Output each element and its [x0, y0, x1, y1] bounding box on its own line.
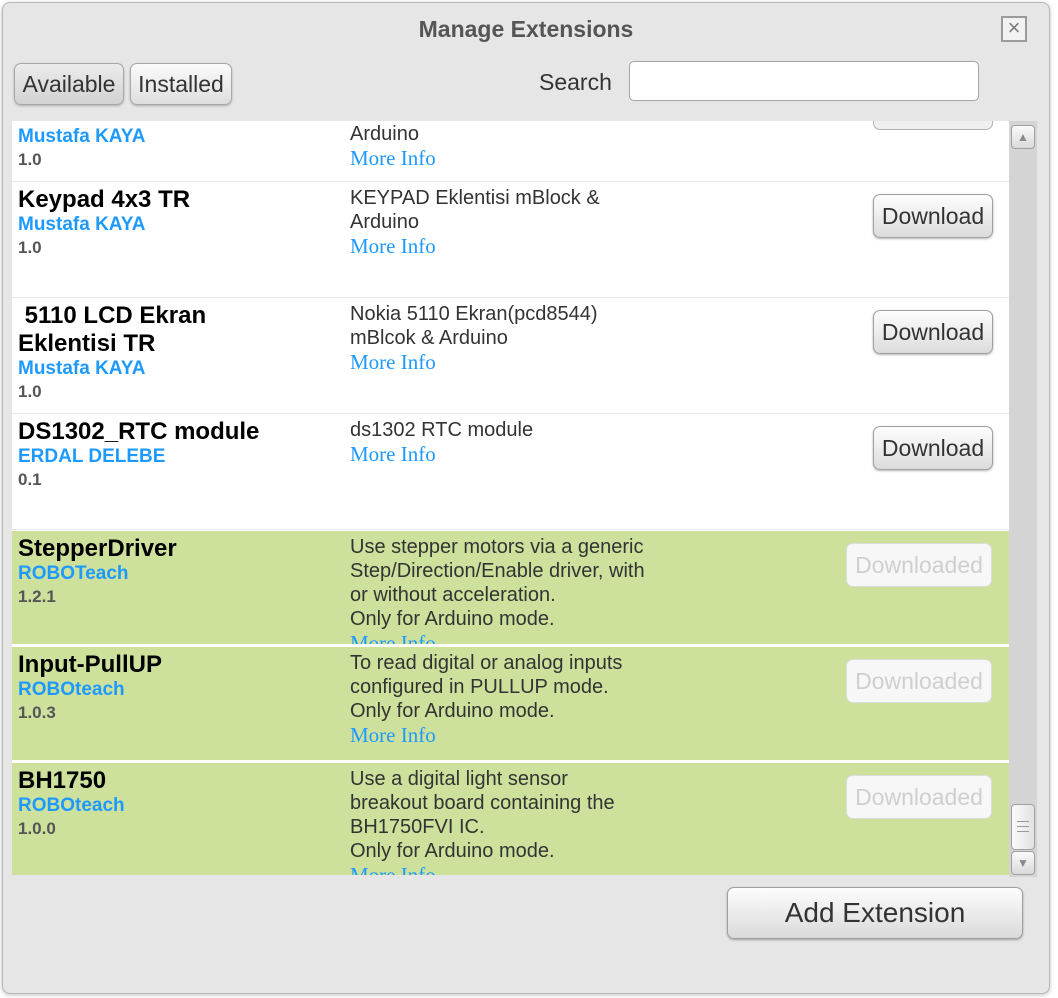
- download-button[interactable]: [873, 121, 993, 130]
- manage-extensions-dialog: Manage Extensions × Available Installed …: [2, 2, 1050, 994]
- scroll-down-icon[interactable]: ▼: [1011, 851, 1035, 875]
- extension-name: Keypad 4x3 TR: [18, 186, 191, 213]
- description-text: KEYPAD Eklentisi mBlock & Arduino: [350, 187, 600, 233]
- extension-version: 1.0.0: [18, 819, 56, 838]
- extension-description: Use a digital light sensor breakout boar…: [350, 767, 650, 875]
- more-info-link[interactable]: More Info: [350, 234, 650, 258]
- extension-author[interactable]: ERDAL DELEBE: [18, 446, 165, 468]
- description-note: Only for Arduino mode.: [350, 700, 555, 722]
- more-info-link[interactable]: More Info: [350, 723, 650, 747]
- scroll-up-icon[interactable]: ▲: [1011, 125, 1035, 149]
- extension-name: BH1750: [18, 767, 107, 794]
- scroll-thumb[interactable]: [1011, 804, 1035, 850]
- search-label: Search: [539, 69, 612, 95]
- description-text: ds1302 RTC module: [350, 419, 534, 441]
- more-info-link[interactable]: More Info: [350, 442, 650, 466]
- extension-version: 1.0: [18, 238, 42, 257]
- extension-version: 1.0.3: [18, 703, 56, 722]
- description-text: Use stepper motors via a generic Step/Di…: [350, 536, 645, 606]
- description-text: Use a digital light sensor breakout boar…: [350, 768, 615, 838]
- extension-version: 1.0: [18, 382, 42, 401]
- downloaded-button: Downloaded: [846, 659, 992, 703]
- extension-list: Mustafa KAYA 1.0 Arduino More Info Keypa…: [12, 121, 1009, 875]
- more-info-link[interactable]: More Info: [350, 350, 650, 374]
- extension-author[interactable]: Mustafa KAYA: [18, 358, 145, 380]
- extension-description: Arduino More Info: [350, 122, 650, 170]
- extension-author[interactable]: Mustafa KAYA: [18, 126, 145, 148]
- tab-installed[interactable]: Installed: [130, 63, 232, 105]
- extension-name: 5110 LCD Ekran Eklentisi TR: [18, 302, 213, 357]
- description-note: Only for Arduino mode.: [350, 840, 555, 862]
- description-text: Arduino: [350, 123, 419, 145]
- list-item: 5110 LCD Ekran Eklentisi TR Mustafa KAYA…: [12, 298, 1009, 414]
- search-input[interactable]: [629, 61, 979, 101]
- description-text: To read digital or analog inputs configu…: [350, 652, 623, 698]
- extension-description: Use stepper motors via a generic Step/Di…: [350, 535, 650, 644]
- extension-description: Nokia 5110 Ekran(pcd8544) mBlcok & Ardui…: [350, 302, 650, 374]
- description-text: Nokia 5110 Ekran(pcd8544) mBlcok & Ardui…: [350, 303, 598, 349]
- extension-author[interactable]: Mustafa KAYA: [18, 214, 145, 236]
- more-info-link[interactable]: More Info: [350, 631, 650, 644]
- list-item: StepperDriver ROBOTeach 1.2.1 Use steppe…: [12, 531, 1009, 646]
- tab-available[interactable]: Available: [14, 63, 124, 105]
- list-item: Keypad 4x3 TR Mustafa KAYA 1.0 KEYPAD Ek…: [12, 182, 1009, 298]
- list-item: Input-PullUP ROBOteach 1.0.3 To read dig…: [12, 647, 1009, 762]
- dialog-title: Manage Extensions: [418, 16, 634, 42]
- extension-name: StepperDriver: [18, 535, 177, 562]
- download-button[interactable]: Download: [873, 310, 993, 354]
- description-note: Only for Arduino mode.: [350, 608, 555, 630]
- extension-description: To read digital or analog inputs configu…: [350, 651, 650, 747]
- extension-description: KEYPAD Eklentisi mBlock & Arduino More I…: [350, 186, 650, 258]
- extension-name: Input-PullUP: [18, 651, 162, 678]
- extension-version: 1.0: [18, 150, 42, 169]
- extension-author[interactable]: ROBOteach: [18, 679, 125, 701]
- more-info-link[interactable]: More Info: [350, 863, 650, 875]
- extension-name: DS1302_RTC module: [18, 418, 260, 445]
- list-scrollbar[interactable]: ▲ ▼: [1009, 121, 1037, 877]
- extension-description: ds1302 RTC module More Info: [350, 418, 650, 466]
- add-extension-button[interactable]: Add Extension: [727, 887, 1023, 939]
- list-item: DS1302_RTC module ERDAL DELEBE 0.1 ds130…: [12, 414, 1009, 530]
- download-button[interactable]: Download: [873, 194, 993, 238]
- downloaded-button: Downloaded: [846, 543, 992, 587]
- list-item: Mustafa KAYA 1.0 Arduino More Info: [12, 121, 1009, 182]
- extension-author[interactable]: ROBOTeach: [18, 563, 129, 585]
- downloaded-button: Downloaded: [846, 775, 992, 819]
- extension-version: 0.1: [18, 470, 42, 489]
- extension-author[interactable]: ROBOteach: [18, 795, 125, 817]
- list-item: BH1750 ROBOteach 1.0.0 Use a digital lig…: [12, 763, 1009, 875]
- extension-version: 1.2.1: [18, 587, 56, 606]
- close-icon[interactable]: ×: [1001, 16, 1027, 42]
- more-info-link[interactable]: More Info: [350, 146, 650, 170]
- download-button[interactable]: Download: [873, 426, 993, 470]
